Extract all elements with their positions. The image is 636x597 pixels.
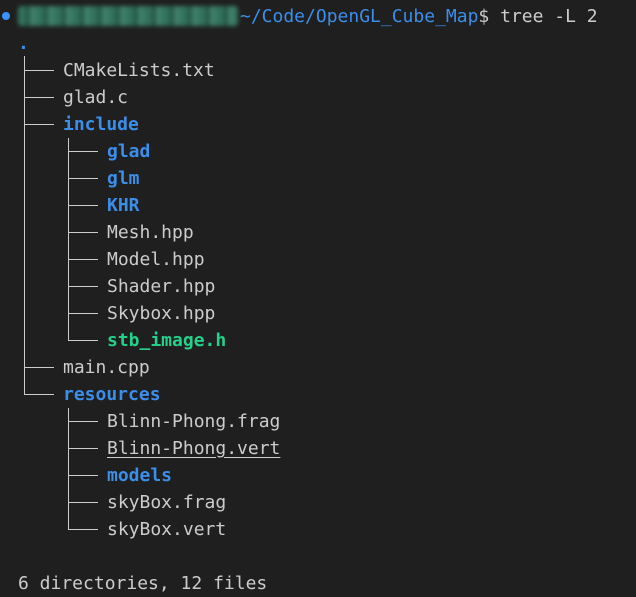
tree-connector (24, 70, 54, 71)
tree-branch-resources (68, 408, 69, 530)
command-status-dot-icon[interactable] (2, 12, 10, 20)
tree-item-mesh-hpp[interactable]: Mesh.hpp (107, 219, 194, 246)
tree-connector (68, 475, 98, 476)
tree-item-glm-dir[interactable]: glm (107, 165, 140, 192)
tree-item-model-hpp[interactable]: Model.hpp (107, 246, 205, 273)
tree-item-glad-c[interactable]: glad.c (63, 84, 128, 111)
tree-connector (24, 367, 54, 368)
tree-branch-root (24, 56, 25, 395)
tree-item-skybox-vert[interactable]: skyBox.vert (107, 516, 226, 543)
tree-connector (68, 421, 98, 422)
tree-connector (68, 529, 98, 530)
blurred-user-host (18, 6, 238, 26)
prompt-symbol: $ (478, 6, 490, 27)
tree-item-blinn-phong-vert[interactable]: Blinn-Phong.vert (107, 435, 280, 462)
tree-connector (68, 313, 98, 314)
prompt-path: ~/Code/OpenGL_Cube_Map (240, 6, 479, 27)
tree-connector (68, 286, 98, 287)
tree-summary: 6 directories, 12 files (18, 573, 268, 594)
tree-item-main-cpp[interactable]: main.cpp (63, 354, 150, 381)
tree-branch-include (68, 138, 69, 341)
tree-connector (68, 448, 98, 449)
tree-item-models-dir[interactable]: models (107, 462, 172, 489)
prompt-command: tree -L 2 (500, 6, 598, 27)
tree-item-khr-dir[interactable]: KHR (107, 192, 140, 219)
tree-item-skybox-frag[interactable]: skyBox.frag (107, 489, 226, 516)
tree-connector (68, 205, 98, 206)
tree-item-skybox-hpp[interactable]: Skybox.hpp (107, 300, 215, 327)
tree-item-blinn-phong-frag[interactable]: Blinn-Phong.frag (107, 408, 280, 435)
tree-connector (24, 124, 54, 125)
tree-connector (68, 232, 98, 233)
tree-item-glad-dir[interactable]: glad (107, 138, 150, 165)
tree-root: . (18, 33, 29, 54)
tree-connector (68, 502, 98, 503)
tree-item-stb-image-h[interactable]: stb_image.h (107, 327, 226, 354)
tree-connector (68, 151, 98, 152)
tree-connector (68, 178, 98, 179)
terminal-panel[interactable]: ~/Code/OpenGL_Cube_Map$ tree -L 2 . CMak… (0, 0, 636, 596)
tree-item-cmakelists[interactable]: CMakeLists.txt (63, 57, 215, 84)
tree-item-resources-dir[interactable]: resources (63, 381, 161, 408)
tree-connector (68, 259, 98, 260)
prompt-line: ~/Code/OpenGL_Cube_Map$ tree -L 2 (240, 3, 598, 30)
tree-item-shader-hpp[interactable]: Shader.hpp (107, 273, 215, 300)
tree-connector (24, 394, 54, 395)
tree-connector (68, 340, 98, 341)
tree-item-include-dir[interactable]: include (63, 111, 139, 138)
tree-connector (24, 97, 54, 98)
